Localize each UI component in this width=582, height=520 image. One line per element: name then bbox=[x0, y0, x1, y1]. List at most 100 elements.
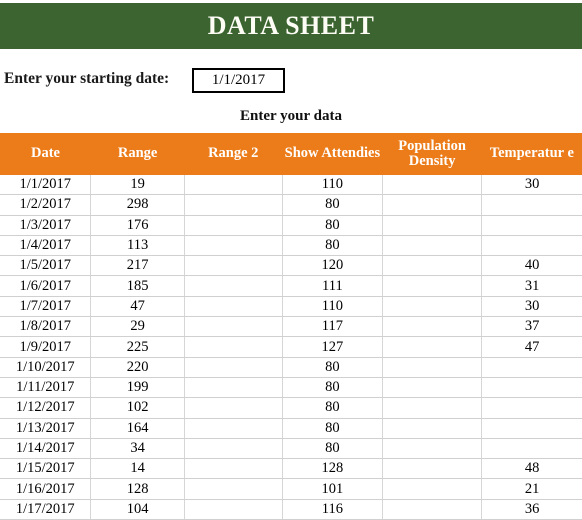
cell-range[interactable]: 164 bbox=[90, 418, 185, 439]
column-header-show-attendies[interactable]: Show Attendies bbox=[282, 133, 383, 175]
cell-temperature[interactable] bbox=[481, 377, 582, 399]
cell-date[interactable]: 1/2/2017 bbox=[0, 194, 92, 216]
cell-date[interactable]: 1/3/2017 bbox=[0, 215, 92, 236]
cell-range[interactable]: 29 bbox=[90, 316, 185, 338]
cell-population-density[interactable] bbox=[382, 418, 483, 439]
cell-range[interactable]: 19 bbox=[90, 175, 185, 196]
cell-show-attendies[interactable]: 101 bbox=[282, 478, 384, 500]
cell-range[interactable]: 14 bbox=[90, 458, 185, 480]
cell-range[interactable]: 176 bbox=[90, 215, 185, 236]
cell-range-2[interactable] bbox=[184, 316, 283, 338]
cell-show-attendies[interactable]: 111 bbox=[282, 275, 384, 297]
cell-population-density[interactable] bbox=[382, 296, 483, 318]
cell-date[interactable]: 1/7/2017 bbox=[0, 296, 92, 318]
cell-temperature[interactable]: 21 bbox=[481, 478, 582, 500]
cell-range[interactable]: 104 bbox=[90, 499, 185, 520]
cell-date[interactable]: 1/5/2017 bbox=[0, 255, 92, 277]
cell-temperature[interactable]: 37 bbox=[481, 316, 582, 338]
cell-population-density[interactable] bbox=[382, 478, 483, 500]
cell-date[interactable]: 1/4/2017 bbox=[0, 235, 92, 257]
cell-range[interactable]: 199 bbox=[90, 377, 185, 399]
cell-show-attendies[interactable]: 80 bbox=[282, 377, 384, 399]
cell-range-2[interactable] bbox=[184, 478, 283, 500]
cell-range[interactable]: 220 bbox=[90, 357, 185, 378]
cell-population-density[interactable] bbox=[382, 255, 483, 277]
cell-show-attendies[interactable]: 127 bbox=[282, 336, 384, 358]
cell-temperature[interactable] bbox=[481, 397, 582, 419]
cell-population-density[interactable] bbox=[382, 438, 483, 460]
cell-range-2[interactable] bbox=[184, 377, 283, 399]
cell-temperature[interactable]: 40 bbox=[481, 255, 582, 277]
cell-population-density[interactable] bbox=[382, 175, 483, 196]
cell-range[interactable]: 128 bbox=[90, 478, 185, 500]
cell-show-attendies[interactable]: 80 bbox=[282, 357, 384, 378]
cell-population-density[interactable] bbox=[382, 275, 483, 297]
cell-population-density[interactable] bbox=[382, 377, 483, 399]
cell-date[interactable]: 1/16/2017 bbox=[0, 478, 92, 500]
cell-date[interactable]: 1/14/2017 bbox=[0, 438, 92, 460]
cell-range[interactable]: 217 bbox=[90, 255, 185, 277]
cell-temperature[interactable] bbox=[481, 235, 582, 257]
cell-temperature[interactable]: 48 bbox=[481, 458, 582, 480]
cell-population-density[interactable] bbox=[382, 194, 483, 216]
cell-range[interactable]: 185 bbox=[90, 275, 185, 297]
cell-temperature[interactable]: 47 bbox=[481, 336, 582, 358]
cell-temperature[interactable]: 31 bbox=[481, 275, 582, 297]
column-header-population-density[interactable]: Population Density bbox=[382, 133, 482, 175]
cell-show-attendies[interactable]: 110 bbox=[282, 296, 384, 318]
cell-temperature[interactable]: 30 bbox=[481, 175, 582, 196]
cell-range-2[interactable] bbox=[184, 275, 283, 297]
cell-date[interactable]: 1/9/2017 bbox=[0, 336, 92, 358]
starting-date-value[interactable]: 1/1/2017 bbox=[194, 70, 283, 91]
cell-date[interactable]: 1/12/2017 bbox=[0, 397, 92, 419]
starting-date-input[interactable]: 1/1/2017 bbox=[192, 68, 285, 93]
cell-range[interactable]: 298 bbox=[90, 194, 185, 216]
cell-date[interactable]: 1/6/2017 bbox=[0, 275, 92, 297]
cell-range-2[interactable] bbox=[184, 458, 283, 480]
cell-range-2[interactable] bbox=[184, 296, 283, 318]
cell-date[interactable]: 1/15/2017 bbox=[0, 458, 92, 480]
cell-date[interactable]: 1/10/2017 bbox=[0, 357, 92, 378]
cell-range-2[interactable] bbox=[184, 357, 283, 378]
cell-show-attendies[interactable]: 120 bbox=[282, 255, 384, 277]
cell-population-density[interactable] bbox=[382, 215, 483, 236]
column-header-range[interactable]: Range bbox=[90, 133, 185, 175]
cell-population-density[interactable] bbox=[382, 499, 483, 520]
cell-range[interactable]: 225 bbox=[90, 336, 185, 358]
cell-range-2[interactable] bbox=[184, 438, 283, 460]
cell-show-attendies[interactable]: 80 bbox=[282, 418, 384, 439]
cell-show-attendies[interactable]: 116 bbox=[282, 499, 384, 520]
cell-show-attendies[interactable]: 128 bbox=[282, 458, 384, 480]
cell-date[interactable]: 1/17/2017 bbox=[0, 499, 92, 520]
cell-population-density[interactable] bbox=[382, 458, 483, 480]
cell-temperature[interactable] bbox=[481, 418, 582, 439]
cell-range-2[interactable] bbox=[184, 215, 283, 236]
cell-range-2[interactable] bbox=[184, 336, 283, 358]
cell-temperature[interactable] bbox=[481, 215, 582, 236]
cell-population-density[interactable] bbox=[382, 316, 483, 338]
column-header-temperature[interactable]: Temperatur e bbox=[481, 133, 582, 175]
cell-temperature[interactable] bbox=[481, 357, 582, 378]
cell-date[interactable]: 1/8/2017 bbox=[0, 316, 92, 338]
cell-range-2[interactable] bbox=[184, 499, 283, 520]
cell-show-attendies[interactable]: 80 bbox=[282, 215, 384, 236]
cell-show-attendies[interactable]: 80 bbox=[282, 438, 384, 460]
cell-date[interactable]: 1/1/2017 bbox=[0, 175, 92, 196]
cell-temperature[interactable] bbox=[481, 438, 582, 460]
column-header-date[interactable]: Date bbox=[0, 133, 91, 175]
cell-population-density[interactable] bbox=[382, 235, 483, 257]
cell-population-density[interactable] bbox=[382, 336, 483, 358]
cell-show-attendies[interactable]: 110 bbox=[282, 175, 384, 196]
cell-population-density[interactable] bbox=[382, 397, 483, 419]
cell-population-density[interactable] bbox=[382, 357, 483, 378]
cell-range[interactable]: 113 bbox=[90, 235, 185, 257]
cell-show-attendies[interactable]: 117 bbox=[282, 316, 384, 338]
cell-show-attendies[interactable]: 80 bbox=[282, 194, 384, 216]
cell-show-attendies[interactable]: 80 bbox=[282, 397, 384, 419]
cell-date[interactable]: 1/13/2017 bbox=[0, 418, 92, 439]
cell-range-2[interactable] bbox=[184, 175, 283, 196]
cell-temperature[interactable] bbox=[481, 194, 582, 216]
cell-temperature[interactable]: 36 bbox=[481, 499, 582, 520]
column-header-range-2[interactable]: Range 2 bbox=[184, 133, 283, 175]
cell-date[interactable]: 1/11/2017 bbox=[0, 377, 92, 399]
